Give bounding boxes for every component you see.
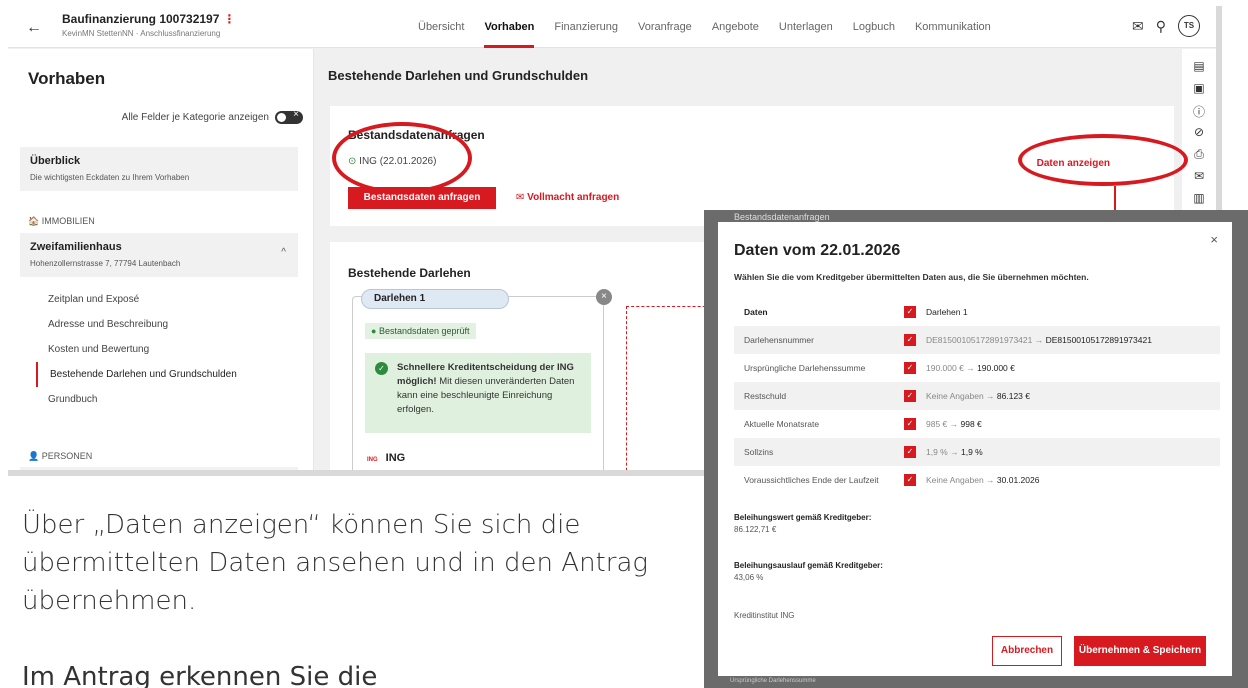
- table-row: Aktuelle Monatsrate ✓ 985 € → 998 €: [744, 418, 982, 430]
- modal-intro: Wählen Sie die vom Kreditgeber übermitte…: [734, 272, 1089, 282]
- kreditinstitut: Kreditinstitut ING: [734, 611, 795, 620]
- checkbox[interactable]: ✓: [904, 390, 916, 402]
- property-title: Zweifamilienhaus: [30, 241, 122, 253]
- overview-title: Überblick: [30, 155, 81, 167]
- tab-logbuch[interactable]: Logbuch: [853, 6, 895, 48]
- avatar[interactable]: TS: [1178, 15, 1200, 37]
- save-button[interactable]: Übernehmen & Speichern: [1074, 636, 1206, 666]
- back-arrow-icon[interactable]: ←: [26, 19, 42, 37]
- sidebar-item-ueberblick[interactable]: Überblick Die wichtigsten Eckdaten zu Ih…: [20, 147, 298, 191]
- table-header-row: Daten ✓ Darlehen 1: [734, 298, 1220, 326]
- top-icons: ✉ ⚲ TS: [1132, 15, 1200, 37]
- notes-icon[interactable]: ▤: [1182, 59, 1216, 81]
- checkbox[interactable]: ✓: [904, 362, 916, 374]
- checkbox[interactable]: ✓: [904, 418, 916, 430]
- highlight-ellipse-daten: [1018, 134, 1188, 186]
- section-personen: 👤 PERSONEN: [28, 451, 93, 461]
- info-icon[interactable]: ⓘ: [1182, 103, 1216, 125]
- sidebar-item-darlehen[interactable]: Bestehende Darlehen und Grundschulden: [36, 362, 298, 387]
- data-table: Daten ✓ Darlehen 1 Darlehensnummer ✓ DE8…: [734, 298, 1220, 494]
- contact-card-icon[interactable]: ▣: [1182, 81, 1216, 103]
- case-title: Baufinanzierung 100732197 ⋮: [62, 12, 236, 26]
- sidebar-item-adresse[interactable]: Adresse und Beschreibung: [36, 312, 298, 337]
- tab-finanzierung[interactable]: Finanzierung: [554, 6, 618, 48]
- mail-notification-icon[interactable]: ✉: [1132, 18, 1144, 35]
- show-all-fields-toggle-row: Alle Felder je Kategorie anzeigen: [121, 109, 303, 124]
- page-title: Bestehende Darlehen und Grundschulden: [328, 68, 589, 83]
- main-nav: Übersicht Vorhaben Finanzierung Voranfra…: [418, 6, 991, 48]
- toggle-label: Alle Felder je Kategorie anzeigen: [121, 112, 269, 123]
- sidebar-item-person[interactable]: [20, 467, 298, 470]
- checkbox[interactable]: ✓: [904, 306, 916, 318]
- table-row: Sollzins ✓ 1,9 % → 1,9 %: [734, 438, 1220, 466]
- checkbox[interactable]: ✓: [904, 446, 916, 458]
- header-label: Daten: [744, 307, 768, 317]
- more-options-icon[interactable]: ⋮: [223, 12, 235, 26]
- vollmacht-anfragen-button[interactable]: ✉ Vollmacht anfragen: [516, 192, 619, 203]
- sidebar-item-grundbuch[interactable]: Grundbuch: [36, 387, 298, 412]
- beleihungsauslauf: Beleihungsauslauf gemäß Kreditgeber: 43,0…: [734, 561, 883, 582]
- fast-decision-notice: ✓ Schnellere Kreditentscheidung der ING …: [365, 353, 591, 433]
- chevron-up-icon[interactable]: ^: [281, 247, 286, 258]
- mail-icon[interactable]: ✉: [1182, 169, 1216, 191]
- loan-card: Darlehen 1 × ● Bestandsdaten geprüft ✓ S…: [352, 289, 612, 470]
- check-circle-icon[interactable]: ⊘: [1182, 125, 1216, 147]
- ing-lender: ING ING: [367, 452, 406, 464]
- checkbox[interactable]: ✓: [904, 474, 916, 486]
- property-address: Hohenzollernstrasse 7, 77794 Lautenbach: [30, 259, 181, 268]
- sidebar: Vorhaben Alle Felder je Kategorie anzeig…: [8, 49, 314, 470]
- close-icon[interactable]: ×: [596, 289, 612, 305]
- modal-title: Daten vom 22.01.2026: [734, 242, 901, 259]
- table-row: Restschuld ✓ Keine Angaben → 86.123 €: [734, 382, 1220, 410]
- mail-icon: ✉: [516, 192, 525, 203]
- status-badge: ● Bestandsdaten geprüft: [365, 323, 476, 339]
- tab-voranfrage[interactable]: Voranfrage: [638, 6, 692, 48]
- sidebar-item-kosten[interactable]: Kosten und Bewertung: [36, 337, 298, 362]
- top-bar: ← Baufinanzierung 100732197 ⋮ KevinMN Ste…: [8, 6, 1216, 48]
- daten-modal: × Daten vom 22.01.2026 Wählen Sie die vo…: [718, 222, 1232, 676]
- tab-kommunikation[interactable]: Kommunikation: [915, 6, 991, 48]
- section-immobilien: 🏠 IMMOBILIEN: [28, 216, 95, 226]
- table-row: Voraussichtliches Ende der Laufzeit ✓ Ke…: [744, 474, 1040, 486]
- tab-vorhaben[interactable]: Vorhaben: [484, 6, 535, 48]
- dashed-connector: [626, 306, 716, 470]
- check-icon: ●: [371, 326, 377, 336]
- cancel-button[interactable]: Abbrechen: [992, 636, 1062, 666]
- backdrop-heading: Bestandsdatenanfragen: [734, 212, 830, 222]
- loan-tab[interactable]: Darlehen 1: [361, 289, 509, 309]
- tab-angebote[interactable]: Angebote: [712, 6, 759, 48]
- sidebar-item-property[interactable]: Zweifamilienhaus Hohenzollernstrasse 7, …: [20, 233, 298, 277]
- search-icon[interactable]: ⚲: [1156, 18, 1166, 35]
- sidebar-item-zeitplan[interactable]: Zeitplan und Exposé: [36, 287, 298, 312]
- ing-logo: ING: [367, 457, 378, 463]
- caption-text-2: Im Antrag erkennen Sie die: [22, 662, 378, 688]
- property-subnav: Zeitplan und Exposé Adresse und Beschrei…: [36, 287, 298, 412]
- table-row: Darlehensnummer ✓ DE81500105172891973421…: [734, 326, 1220, 354]
- close-icon[interactable]: ×: [1210, 232, 1218, 247]
- beleihungswert: Beleihungswert gemäß Kreditgeber: 86.122,…: [734, 513, 872, 534]
- checkbox[interactable]: ✓: [904, 334, 916, 346]
- show-all-fields-toggle[interactable]: [275, 109, 303, 124]
- darlehen-heading: Bestehende Darlehen: [348, 266, 471, 280]
- sidebar-title: Vorhaben: [28, 69, 106, 88]
- caption-text: Über „Daten anzeigen“ können Sie sich di…: [22, 510, 648, 616]
- overview-subtitle: Die wichtigsten Eckdaten zu Ihrem Vorhab…: [30, 173, 190, 182]
- table-row: Ursprüngliche Darlehenssumme ✓ 190.000 €…: [744, 362, 1015, 374]
- highlight-ellipse-ing: [332, 122, 472, 194]
- tab-unterlagen[interactable]: Unterlagen: [779, 6, 833, 48]
- tab-uebersicht[interactable]: Übersicht: [418, 6, 464, 48]
- case-subtitle: KevinMN StettenNN · Anschlussfinanzierun…: [62, 29, 221, 38]
- backdrop-bottom-text: Ursprüngliche Darlehenssumme: [730, 678, 816, 684]
- check-circle-icon: ✓: [375, 362, 388, 375]
